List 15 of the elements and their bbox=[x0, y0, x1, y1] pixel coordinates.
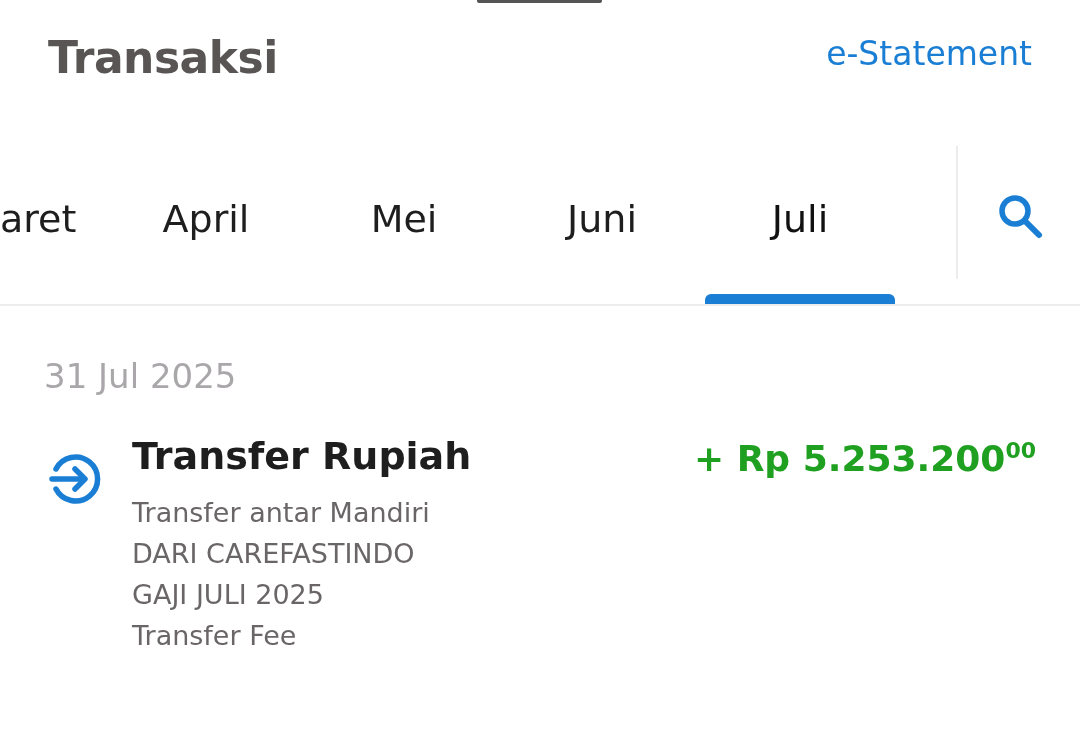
date-heading: 31 Jul 2025 bbox=[43, 355, 238, 396]
transaction-detail: Transfer Fee bbox=[132, 619, 298, 653]
month-tab[interactable]: aret bbox=[0, 155, 107, 304]
month-tab[interactable]: April bbox=[107, 155, 305, 304]
e-statement-link[interactable]: e-Statement bbox=[826, 34, 1032, 73]
transaction-title: Transfer Rupiah bbox=[132, 434, 473, 478]
transaction-detail: GAJI JULI 2025 bbox=[132, 578, 325, 612]
transaction-detail: Transfer antar Mandiri bbox=[132, 496, 431, 530]
month-tab[interactable]: Mei bbox=[305, 155, 503, 304]
transaction-detail: DARI CAREFASTINDO bbox=[132, 537, 416, 571]
month-tab[interactable]: Juli bbox=[701, 155, 899, 304]
page-title: Transaksi bbox=[48, 32, 278, 83]
month-tab[interactable]: Juni bbox=[503, 155, 701, 304]
drag-handle[interactable] bbox=[477, 0, 602, 3]
transaction-amount: + Rp 5.253.200$^{00}$ bbox=[693, 438, 1036, 481]
